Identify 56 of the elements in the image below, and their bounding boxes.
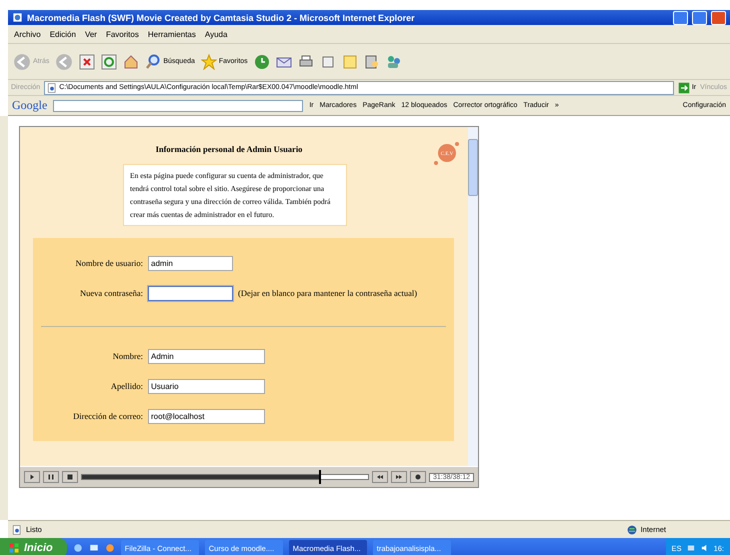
desktop-icon[interactable]	[88, 543, 99, 553]
go-arrow-icon[interactable]	[678, 82, 690, 94]
search-icon[interactable]	[145, 54, 162, 70]
menu-item[interactable]: Ver	[84, 30, 97, 38]
menu-item[interactable]: Favoritos	[106, 30, 139, 38]
close-button[interactable]	[711, 10, 726, 24]
field-label: Nombre:	[112, 351, 143, 361]
star-icon[interactable]	[200, 54, 217, 70]
text-field[interactable]: Usuario	[148, 378, 265, 394]
field-hint: (Dejar en blanco para mantener la contraseña actual)	[238, 288, 418, 298]
ie-icon[interactable]	[72, 543, 83, 553]
play-icon[interactable]	[28, 473, 36, 481]
stop-icon[interactable]	[79, 54, 96, 70]
google-search-field[interactable]	[53, 100, 304, 112]
field-label: Apellido:	[110, 381, 143, 391]
speaker-icon[interactable]	[414, 473, 422, 481]
pause-button[interactable]	[43, 471, 59, 483]
scrollbar[interactable]	[468, 127, 478, 466]
stop-square-icon[interactable]	[66, 473, 74, 481]
rewind-icon[interactable]	[376, 473, 384, 481]
menu-item[interactable]: Herramientas	[148, 30, 196, 38]
network-icon[interactable]	[686, 543, 696, 553]
fast-forward-button[interactable]	[391, 471, 408, 483]
menu-item[interactable]: Archivo	[14, 30, 41, 38]
menu-item[interactable]: Edición	[50, 30, 76, 38]
start-button[interactable]: Inicio	[0, 538, 67, 555]
browser-page-icon[interactable]	[12, 12, 23, 23]
media-icon[interactable]	[104, 543, 115, 553]
home-icon[interactable]	[123, 54, 140, 70]
fast-forward-icon[interactable]	[395, 473, 404, 481]
globe-icon[interactable]	[626, 524, 637, 534]
text-field[interactable]: Admin	[148, 348, 265, 364]
text-field[interactable]: admin	[148, 256, 233, 270]
stop-button[interactable]	[62, 471, 78, 483]
play-button[interactable]	[24, 471, 40, 483]
people-icon[interactable]	[386, 54, 402, 70]
field-label: Dirección de correo:	[72, 411, 143, 421]
text-field[interactable]	[148, 286, 233, 300]
history-icon[interactable]	[254, 54, 270, 70]
google-logo: Google	[12, 98, 48, 113]
volume-button[interactable]	[410, 471, 426, 483]
window-title: Macromedia Flash (SWF) Movie Created by Camtasia Studio 2 - Microsoft Internet Explorer	[27, 12, 416, 22]
pause-icon[interactable]	[47, 473, 55, 481]
field-label: Nombre de usuario:	[74, 258, 143, 268]
page-heading: Información personal de Admin Usuario	[156, 144, 302, 154]
refresh-icon[interactable]	[101, 54, 118, 70]
text-field[interactable]: root@localhost	[148, 408, 265, 424]
maximize-button[interactable]	[692, 10, 707, 24]
field-label: Nueva contraseña:	[78, 288, 143, 298]
windows-flag-icon[interactable]	[8, 542, 20, 554]
rewind-button[interactable]	[372, 471, 388, 483]
page-icon[interactable]	[47, 82, 58, 92]
minimize-button[interactable]	[673, 10, 688, 24]
page-icon[interactable]	[12, 524, 22, 534]
printer-icon[interactable]	[298, 54, 314, 70]
menu-item[interactable]: Ayuda	[204, 30, 228, 38]
